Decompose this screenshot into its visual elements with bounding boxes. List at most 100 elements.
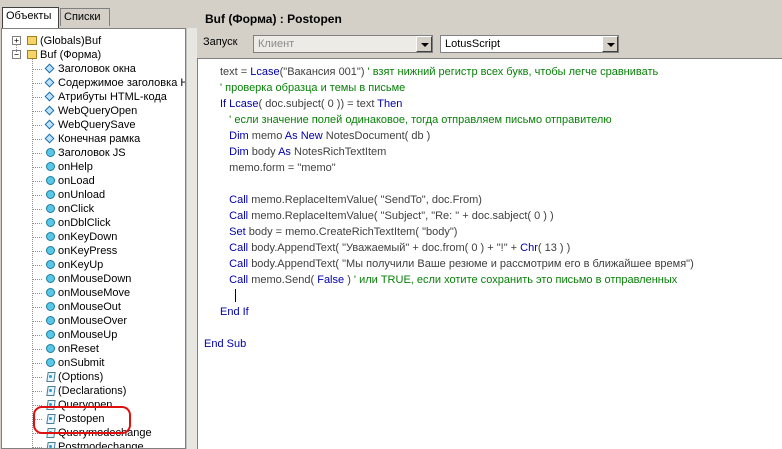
tree-item[interactable]: onMouseDown [2,272,185,286]
diamond-icon [44,91,55,102]
code-keyword: Then [377,98,403,110]
tree-item-label: Конечная рамка [58,133,141,145]
code-line: memo.form = "memo" [220,161,336,175]
object-tree[interactable]: + (Globals)Buf − Buf (Форма) Заголовок окна С… [1,28,186,449]
tree-item-label: Postmodechange [58,441,144,449]
tree-item-label: onHelp [58,161,93,173]
run-toolbar: Запуск Клиент LotusScript [197,32,782,56]
tree-item-label: Buf (Форма) [40,49,102,61]
tree-item[interactable]: Заголовок JS [2,146,185,160]
circle-icon [46,344,55,353]
code-text: body = memo.CreateRichTextItem( "body") [248,226,458,238]
tree-item[interactable]: onLoad [2,174,185,188]
circle-icon [46,232,55,241]
language-value: LotusScript [445,38,501,50]
tree-item[interactable]: onMouseMove [2,286,185,300]
tree-item[interactable]: (Declarations) [2,384,185,398]
circle-icon [46,330,55,339]
tree-item[interactable]: Содержимое заголовка HT [2,76,185,90]
code-line: Call memo.ReplaceItemValue( "SendTo", do… [220,193,482,207]
tree-item[interactable]: onSubmit [2,356,185,370]
script-editor-pane: Buf (Форма) : Postopen Запуск Клиент Lot… [197,0,782,449]
tree-item-label: onReset [58,343,99,355]
tree-item[interactable]: onKeyPress [2,244,185,258]
panel-tabs: Списки Объекты [0,0,197,28]
tree-item[interactable]: − Buf (Форма) [2,48,185,62]
tree-item-label: WebQuerySave [58,119,136,131]
code-keyword: Lcase [250,66,280,78]
code-line: ' проверка образца и темы в письме [220,81,405,95]
tab-objects[interactable]: Объекты [2,7,59,28]
tree-item-label: onMouseOver [58,315,128,327]
text-caret [235,289,236,302]
tree-item[interactable]: onUnload [2,188,185,202]
tree-item[interactable]: (Options) [2,370,185,384]
tree-item-label: onKeyPress [58,245,118,257]
tree-item[interactable]: Конечная рамка [2,132,185,146]
circle-icon [46,288,55,297]
chevron-down-icon[interactable] [416,36,432,52]
tree-item-label: (Declarations) [58,385,127,397]
tree-item[interactable]: onKeyUp [2,258,185,272]
code-keyword: Call [220,210,252,222]
editor-title: Buf (Форма) : Postopen [197,8,782,30]
code-line: Call memo.ReplaceItemValue( "Subject", "… [220,209,554,223]
code-comment: ' взят нижний регистр всех букв, чтобы л… [367,66,659,78]
tree-item[interactable]: WebQuerySave [2,118,185,132]
circle-icon [46,148,55,157]
chevron-down-icon[interactable] [602,36,618,52]
tree-item[interactable]: onKeyDown [2,230,185,244]
code-text: body [251,146,279,158]
tree-item[interactable]: onMouseOut [2,300,185,314]
code-keyword: End If [220,306,249,318]
folder-icon [27,50,37,59]
tree-item[interactable]: onMouseUp [2,328,185,342]
diamond-icon [44,63,55,74]
code-keyword: False [317,274,348,286]
code-keyword: Call [220,242,252,254]
circle-icon [46,358,55,367]
code-line: End Sub [204,337,246,351]
circle-icon [46,274,55,283]
run-target-select[interactable]: Клиент [253,35,433,53]
code-keyword: Dim [220,146,252,158]
code-text: memo.form = "memo" [220,162,336,174]
code-comment: ' или TRUE, если хотите сохранить это пи… [353,274,678,286]
tree-item[interactable]: onDblClick [2,216,185,230]
script-icon [46,371,55,382]
tree-item[interactable]: + (Globals)Buf [2,34,185,48]
tree-item[interactable]: onClick [2,202,185,216]
code-keyword: Call [220,194,252,206]
script-icon [46,441,55,448]
code-line: Set body = memo.CreateRichTextItem( "bod… [220,225,457,239]
tree-item[interactable]: WebQueryOpen [2,104,185,118]
tree-item[interactable]: Postmodechange [2,440,185,449]
code-line: If Lcase( doc.subject( 0 )) = text Then [220,97,402,111]
tree-scrollbar[interactable] [186,28,197,449]
tree-item-label: onUnload [58,189,106,201]
code-line: End If [220,305,249,319]
code-line: ' если значение полей одинаковое, тогда … [220,113,611,127]
code-keyword: Lcase [229,98,259,110]
code-text: text = [220,66,251,78]
tree-item[interactable]: onMouseOver [2,314,185,328]
code-line: Call memo.Send( False ) ' или TRUE, если… [220,273,677,287]
tree-item-label: onKeyUp [58,259,104,271]
code-text: ("Вакансия 001") [279,66,368,78]
circle-icon [46,204,55,213]
circle-icon [46,246,55,255]
tree-item-label: onMouseDown [58,273,132,285]
code-keyword: As [278,146,294,158]
tree-item[interactable]: Атрибуты HTML-кода [2,90,185,104]
tree-item[interactable]: onReset [2,342,185,356]
code-text: memo.ReplaceItemValue( "Subject", "Re: "… [251,210,554,222]
tree-item[interactable]: Заголовок окна [2,62,185,76]
tree-item-label: onMouseMove [58,287,131,299]
code-text: ( doc.subject( 0 )) = text [258,98,378,110]
code-editor[interactable]: text = Lcase("Вакансия 001") ' взят нижн… [197,58,782,449]
tree-item[interactable]: onHelp [2,160,185,174]
tab-lists[interactable]: Списки [60,8,110,26]
circle-icon [46,218,55,227]
highlight-annotation [33,406,131,434]
language-select[interactable]: LotusScript [440,35,619,53]
